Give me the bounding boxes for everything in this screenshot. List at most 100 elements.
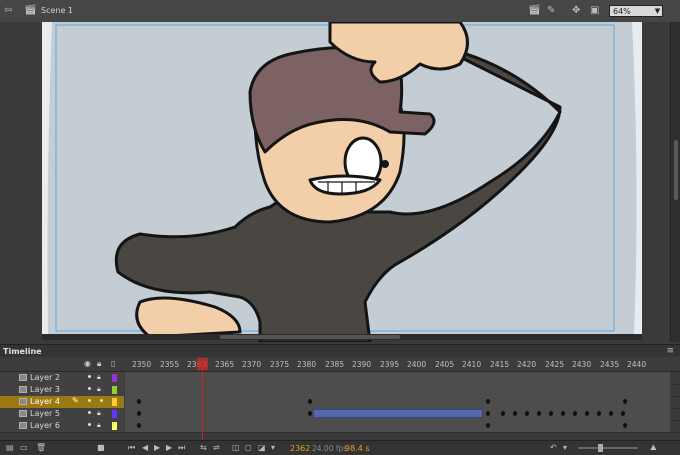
keyframe[interactable] xyxy=(486,411,490,416)
zoom-slider-handle[interactable] xyxy=(598,444,603,452)
frame-ruler[interactable]: ◉ 🔒︎ ▯ 2350 2355 2360 2365 2370 2375 238… xyxy=(0,357,680,372)
scene-label[interactable]: Scene 1 xyxy=(41,6,73,15)
keyframe[interactable] xyxy=(623,399,627,404)
layer-name-cell[interactable]: Layer 5 🔒︎ xyxy=(0,408,124,420)
keyframe[interactable] xyxy=(561,411,565,416)
layer-row[interactable]: Layer 6 🔒︎ xyxy=(0,420,680,433)
lock-icon[interactable]: 🔒︎ xyxy=(97,385,101,394)
keyframe[interactable] xyxy=(573,411,577,416)
step-forward-icon[interactable]: ▶ xyxy=(166,443,172,452)
ruler-number: 2390 xyxy=(352,360,372,369)
keyframe[interactable] xyxy=(137,411,141,416)
lock-icon[interactable]: 🔒︎ xyxy=(97,421,101,430)
visibility-dot[interactable] xyxy=(88,423,91,426)
ruler-number: 2440 xyxy=(627,360,647,369)
lock-icon[interactable]: 🔒︎ xyxy=(97,409,101,418)
outline-color-swatch[interactable] xyxy=(112,386,117,394)
motion-tween-span[interactable] xyxy=(313,409,483,418)
keyframe[interactable] xyxy=(525,411,529,416)
edit-multiple-icon[interactable]: ◪ xyxy=(258,443,266,452)
keyframe[interactable] xyxy=(501,411,505,416)
lock-icon[interactable]: 🔒︎ xyxy=(97,359,101,369)
step-back-icon[interactable]: ◀ xyxy=(142,443,148,452)
layer-frames[interactable] xyxy=(125,384,670,396)
keyframe[interactable] xyxy=(513,411,517,416)
zoom-slider-track[interactable] xyxy=(578,447,638,449)
chevron-down-icon[interactable]: ▼ xyxy=(652,5,663,17)
ruler-number: 2420 xyxy=(517,360,537,369)
clip-content-icon[interactable]: ▣ xyxy=(590,5,599,17)
ruler-number: 2355 xyxy=(160,360,180,369)
keyframe[interactable] xyxy=(597,411,601,416)
visibility-dot[interactable] xyxy=(88,411,91,414)
layer-frames[interactable] xyxy=(125,420,670,432)
onion-outline-icon[interactable]: ◻ xyxy=(245,443,252,452)
marker-icon[interactable]: ▾ xyxy=(271,443,275,452)
visibility-dot[interactable] xyxy=(88,399,91,402)
tab-timeline[interactable]: Timeline xyxy=(3,347,42,356)
edit-symbols-icon[interactable]: ✎ xyxy=(547,5,555,17)
layer-icon xyxy=(19,398,27,405)
go-to-first-icon[interactable]: ⏮ xyxy=(128,443,135,453)
layer-name-cell[interactable]: Layer 2 🔒︎ xyxy=(0,372,124,384)
keyframe[interactable] xyxy=(308,399,312,404)
vertical-scroll-thumb[interactable] xyxy=(674,140,678,200)
layer-frames[interactable] xyxy=(125,396,670,408)
keyframe[interactable] xyxy=(623,423,627,428)
outline-color-swatch[interactable] xyxy=(112,398,117,406)
visibility-dot[interactable] xyxy=(88,375,91,378)
back-arrow-icon[interactable]: ⇦ xyxy=(4,5,12,17)
keyframe[interactable] xyxy=(137,399,141,404)
vertical-scrollbar[interactable] xyxy=(670,22,680,342)
layer-frames[interactable] xyxy=(125,372,670,384)
keyframe[interactable] xyxy=(621,411,625,416)
outline-icon[interactable]: ▯ xyxy=(111,359,115,368)
keyframe[interactable] xyxy=(537,411,541,416)
undo-icon[interactable]: ↶ xyxy=(550,443,557,452)
panel-menu-icon[interactable]: ≡ xyxy=(666,346,674,356)
stage[interactable] xyxy=(0,22,670,342)
pupil xyxy=(381,160,389,168)
center-stage-icon[interactable]: ✥ xyxy=(572,5,580,17)
keyframe[interactable] xyxy=(137,423,141,428)
keyframe[interactable] xyxy=(585,411,589,416)
loop-icon[interactable]: ⇆ xyxy=(200,443,207,452)
outline-color-swatch[interactable] xyxy=(112,422,117,430)
lock-dot[interactable] xyxy=(100,399,103,402)
outline-color-swatch[interactable] xyxy=(112,374,117,382)
new-folder-icon[interactable]: ▭ xyxy=(20,443,28,452)
pencil-icon: ✎ xyxy=(72,396,79,405)
go-to-last-icon[interactable]: ⏭ xyxy=(178,443,185,453)
playhead[interactable] xyxy=(202,357,203,442)
onion-skin-icon[interactable]: ◫ xyxy=(232,443,240,452)
layer-label: Layer 4 xyxy=(30,397,60,406)
new-layer-icon[interactable]: ▤ xyxy=(6,443,14,452)
camera-icon[interactable]: ■ xyxy=(97,443,105,452)
eye-icon[interactable]: ◉ xyxy=(84,359,91,368)
layer-frames[interactable] xyxy=(125,408,670,420)
keyframe[interactable] xyxy=(308,411,312,416)
keyframe[interactable] xyxy=(486,399,490,404)
stage-canvas[interactable] xyxy=(0,22,670,342)
trash-icon[interactable]: 🗑︎ xyxy=(36,443,46,452)
outline-color-swatch[interactable] xyxy=(112,410,117,418)
current-frame[interactable]: 2362 xyxy=(290,444,310,453)
chevron-down-icon[interactable]: ▾ xyxy=(563,443,567,452)
center-frame-icon[interactable]: ⇌ xyxy=(213,443,220,452)
keyframe[interactable] xyxy=(549,411,553,416)
mountain-icon[interactable]: ⛰ xyxy=(650,443,657,453)
ruler-number: 2350 xyxy=(132,360,152,369)
lock-icon[interactable]: 🔒︎ xyxy=(97,373,101,382)
layer-name-cell[interactable]: Layer 4 ✎ xyxy=(0,396,124,408)
frame-rate[interactable]: 24.00 fps xyxy=(312,444,347,453)
visibility-dot[interactable] xyxy=(88,387,91,390)
keyframe[interactable] xyxy=(486,423,490,428)
play-icon[interactable]: ▶ xyxy=(154,443,160,452)
layer-name-cell[interactable]: Layer 6 🔒︎ xyxy=(0,420,124,432)
keyframe[interactable] xyxy=(609,411,613,416)
layer-name-cell[interactable]: Layer 3 🔒︎ xyxy=(0,384,124,396)
layer-label: Layer 6 xyxy=(30,421,60,430)
edit-scene-icon[interactable]: 🎬︎ xyxy=(528,5,541,17)
ruler-number: 2375 xyxy=(270,360,290,369)
scene-clapper-icon: 🎬︎ xyxy=(24,5,37,16)
